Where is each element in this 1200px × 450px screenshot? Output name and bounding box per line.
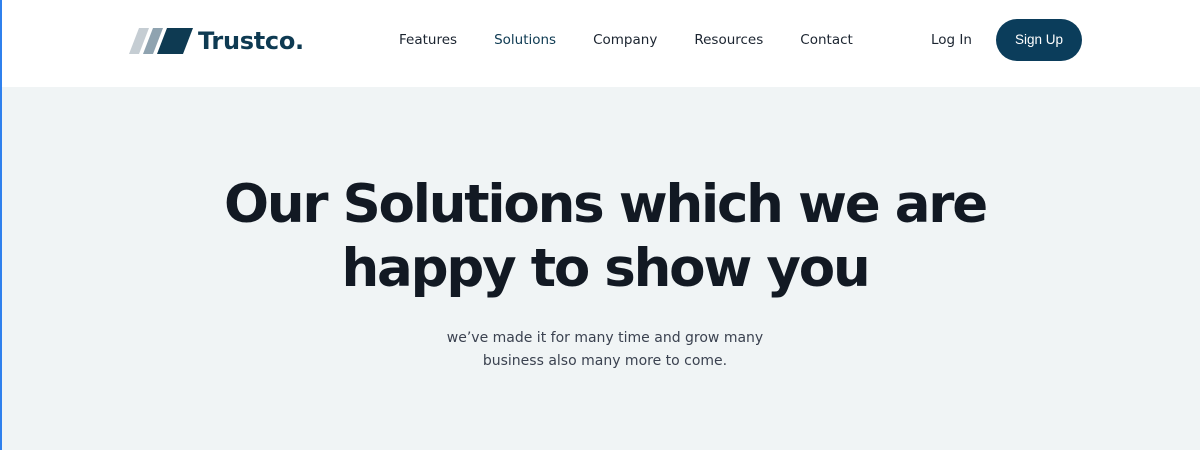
nav-link-solutions[interactable]: Solutions <box>494 30 556 50</box>
nav-link-company[interactable]: Company <box>593 30 657 50</box>
brand-name: Trustco. <box>198 27 304 55</box>
hero-title-line-1: Our Solutions which we are <box>224 174 988 235</box>
hero-subtitle: we’ve made it for many time and grow man… <box>0 327 1200 373</box>
nav-link-contact[interactable]: Contact <box>800 30 853 50</box>
hero-subtitle-line-2: business also many more to come. <box>482 353 728 369</box>
landing-page: Trustco. Features Solutions Company Reso… <box>0 0 1200 450</box>
nav-link-features[interactable]: Features <box>399 30 457 50</box>
main-nav: Features Solutions Company Resources Con… <box>399 30 853 50</box>
window-left-edge <box>0 0 2 450</box>
site-header: Trustco. Features Solutions Company Reso… <box>0 0 1200 87</box>
nav-link-resources[interactable]: Resources <box>694 30 763 50</box>
logo-mark-icon <box>129 28 193 54</box>
hero-subtitle-line-1: we’ve made it for many time and grow man… <box>446 330 764 346</box>
login-link[interactable]: Log In <box>931 30 972 50</box>
brand-logo[interactable]: Trustco. <box>129 26 304 56</box>
signup-button[interactable]: Sign Up <box>996 19 1082 61</box>
hero-title-line-2: happy to show you <box>341 238 871 299</box>
hero-title: Our Solutions which we are happy to show… <box>0 173 1200 301</box>
hero-section: Our Solutions which we are happy to show… <box>0 87 1200 450</box>
